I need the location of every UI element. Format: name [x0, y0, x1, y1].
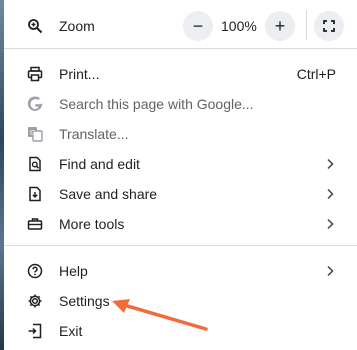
- annotation-arrow: [112, 299, 208, 331]
